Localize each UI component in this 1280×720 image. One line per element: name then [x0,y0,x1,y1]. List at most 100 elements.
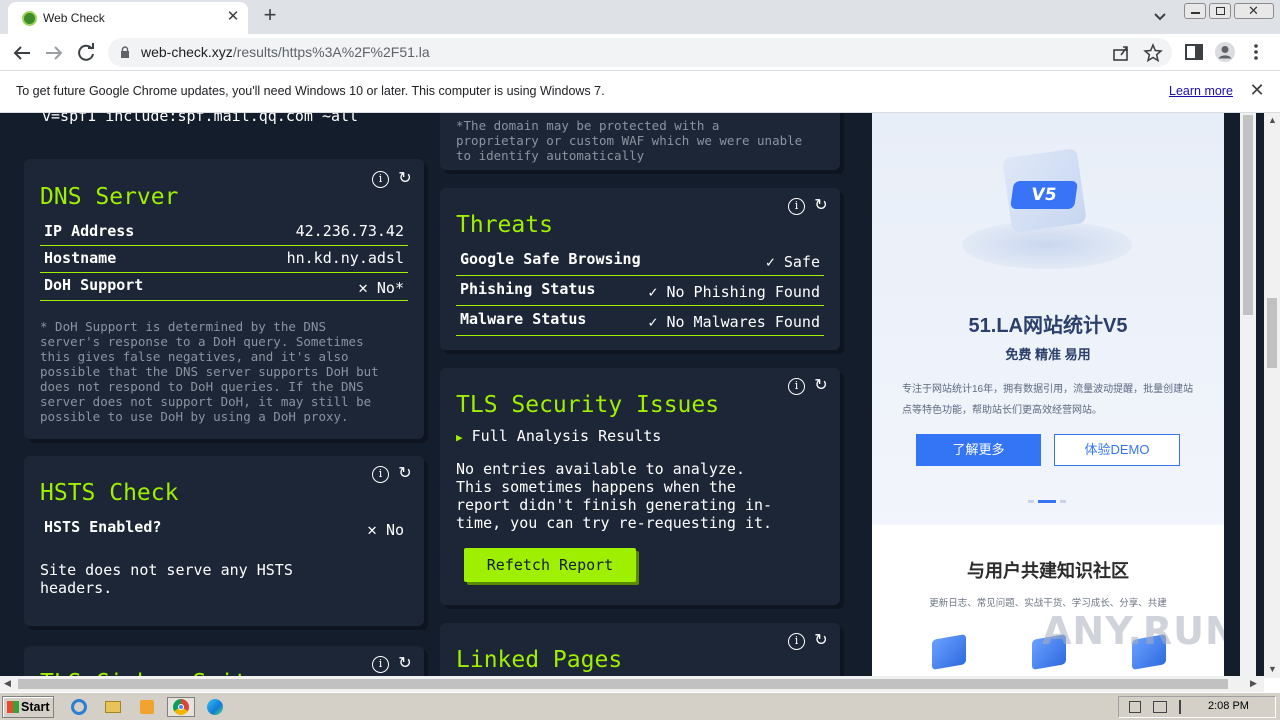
back-arrow-icon[interactable] [10,41,34,65]
info-icon[interactable]: i [788,633,805,650]
refetch-report-button[interactable]: Refetch Report [464,548,636,582]
row-divider [456,335,824,336]
chrome-taskbar-icon[interactable] [167,697,195,717]
refresh-icon[interactable]: ↻ [396,464,414,482]
network-icon[interactable] [1153,701,1167,713]
share-icon[interactable] [1110,42,1132,64]
web-check-favicon-icon [22,11,37,26]
page-vertical-scrollbar[interactable]: ▲ ▼ [1264,113,1280,678]
ad-cube-graphic [932,634,966,670]
inner-vertical-scrollbar[interactable] [1240,113,1256,678]
horizontal-scrollbar[interactable]: ◀ ▶ [0,676,1264,692]
taskbar-clock[interactable]: 2:08 PM [1208,700,1249,712]
scroll-right-arrow-icon[interactable]: ▶ [1250,678,1257,689]
dns-row-label: IP Address [44,222,135,240]
row-divider [40,272,408,273]
carousel-dot[interactable] [1028,500,1034,503]
refresh-icon[interactable]: ↻ [396,654,414,672]
dns-ip-value: 42.236.73.42 [295,222,404,240]
carousel-dot-active[interactable] [1038,500,1056,503]
hsts-check-card: i ↻ HSTS Check HSTS Enabled? ✕ No Site d… [24,456,424,626]
refresh-icon[interactable]: ↻ [812,631,830,649]
tab-search-chevron-icon[interactable] [1150,6,1170,26]
start-label: Start [21,700,50,714]
phishing-text: No Phishing Found [666,283,820,301]
dns-row-label: Hostname [44,249,117,267]
bookmark-star-icon[interactable] [1142,42,1164,64]
profile-avatar-icon[interactable] [1214,41,1236,63]
hsts-enabled-value: ✕ No [264,520,404,539]
card-actions: i ↻ [372,169,414,191]
internet-explorer-icon[interactable] [68,697,90,717]
card-actions: i ↻ [372,464,414,486]
scrollbar-thumb[interactable] [1267,298,1277,368]
refresh-icon[interactable]: ↻ [812,376,830,394]
infobar-close-icon[interactable]: ✕ [1248,81,1266,99]
file-explorer-icon[interactable] [102,697,124,717]
edge-icon[interactable] [204,697,226,717]
row-divider [456,305,824,306]
scrollbar-thumb[interactable] [18,679,1228,689]
card-actions: i ↻ [788,196,830,218]
ad-subtitle: 免费 精准 易用 [1005,347,1091,362]
media-player-icon[interactable] [136,697,158,717]
tab-close-icon[interactable]: ✕ [224,8,242,26]
windows-taskbar: Start 2:08 PM [0,692,1280,720]
scroll-left-arrow-icon[interactable]: ◀ [4,678,11,689]
threat-row-label: Phishing Status [460,280,596,298]
ad-learn-more-button[interactable]: 了解更多 [916,434,1041,466]
forward-arrow-icon[interactable] [42,41,66,65]
refresh-icon[interactable]: ↻ [396,169,414,187]
firewall-card: *The domain may be protected with a prop… [440,113,840,170]
address-bar[interactable]: web-check.xyz/results/https%3A%2F%2F51.l… [108,38,1172,67]
volume-icon[interactable] [1129,701,1141,713]
restore-window-icon[interactable] [1209,3,1231,19]
action-center-flag-icon[interactable] [1179,700,1189,714]
row-divider [40,300,408,301]
threat-row-label: Malware Status [460,310,587,328]
ad-carousel-dots[interactable] [1028,500,1068,503]
system-tray [1118,696,1276,718]
hsts-title: HSTS Check [40,480,179,506]
hsts-value-text: No [385,521,404,539]
scroll-down-arrow-icon[interactable]: ▼ [1268,664,1277,674]
tab-title: Web Check [43,11,105,25]
info-icon[interactable]: i [788,378,805,395]
reload-icon[interactable] [74,41,98,65]
chrome-menu-icon[interactable] [1245,41,1267,63]
close-window-icon[interactable]: ✕ [1234,3,1274,19]
info-icon[interactable]: i [372,466,389,483]
doh-note: * DoH Support is determined by the DNS s… [40,319,379,424]
carousel-dot[interactable] [1060,500,1066,503]
scroll-up-arrow-icon[interactable]: ▲ [1268,115,1277,125]
full-analysis-toggle[interactable]: ▶ Full Analysis Results [456,427,661,445]
safe-browsing-text: Safe [783,253,820,271]
tab-web-check[interactable]: Web Check ✕ [8,2,248,34]
scrollbar-thumb[interactable] [1243,115,1253,315]
url-host: web-check.xyz [141,44,233,60]
new-tab-icon[interactable]: + [258,4,282,28]
ad-community-title: 与用户共建知识社区 [967,561,1129,581]
side-panel-icon[interactable] [1183,41,1205,63]
info-icon[interactable]: i [372,656,389,673]
start-button[interactable]: Start [2,696,54,718]
row-divider [40,245,408,246]
refresh-icon[interactable]: ↻ [812,196,830,214]
advertisement-panel[interactable]: V5 51.LA网站统计V5 免费 精准 易用 专注于网站统计16年，拥有数据引… [872,113,1224,678]
malware-value: ✓ No Malwares Found [600,313,820,331]
phishing-value: ✓ No Phishing Found [600,283,820,301]
ad-community-subtitle: 更新日志、常见问题、实战干货、学习成长、分享、共建 [929,598,1167,609]
spf-record-text: v=spf1 include:spf.mail.qq.com ~all [42,113,359,125]
learn-more-link[interactable]: Learn more [1169,84,1233,98]
tls-issues-title: TLS Security Issues [456,392,720,418]
ad-demo-button[interactable]: 体验DEMO [1054,434,1180,466]
check-icon: ✓ [765,253,775,271]
malware-text: No Malwares Found [666,313,820,331]
linked-pages-card: i ↻ Linked Pages [440,623,840,678]
info-icon[interactable]: i [788,198,805,215]
browser-toolbar: web-check.xyz/results/https%3A%2F%2F51.l… [0,34,1280,71]
info-icon[interactable]: i [372,171,389,188]
minimize-window-icon[interactable] [1184,3,1206,19]
tab-strip: Web Check ✕ + ✕ [0,0,1280,34]
lock-icon[interactable] [120,46,130,58]
